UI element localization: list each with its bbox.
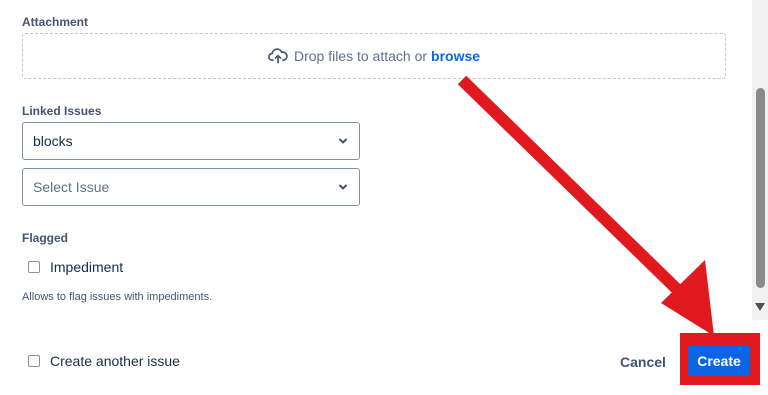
linked-issues-label: Linked Issues	[22, 104, 102, 118]
create-another-row[interactable]: Create another issue	[28, 353, 180, 369]
issue-select[interactable]: Select Issue	[22, 168, 360, 206]
issue-select-placeholder: Select Issue	[33, 179, 110, 195]
impediment-checkbox-row[interactable]: Impediment	[28, 259, 123, 275]
flagged-label: Flagged	[22, 231, 69, 245]
scrollbar-thumb[interactable]	[756, 88, 765, 288]
create-issue-form: Attachment Drop files to attach or brows…	[0, 0, 768, 395]
link-type-select[interactable]: blocks	[22, 122, 360, 160]
link-type-value: blocks	[33, 133, 73, 149]
create-another-checkbox[interactable]	[28, 355, 40, 367]
scroll-down-arrow-icon[interactable]	[754, 302, 766, 312]
chevron-down-icon	[339, 184, 347, 190]
create-button[interactable]: Create	[688, 345, 750, 376]
browse-link[interactable]: browse	[431, 48, 480, 64]
attachment-dropzone[interactable]: Drop files to attach or browse	[22, 33, 726, 79]
attachment-label: Attachment	[22, 15, 89, 29]
cancel-button[interactable]: Cancel	[612, 351, 674, 373]
cloud-upload-icon	[268, 48, 288, 64]
chevron-down-icon	[339, 138, 347, 144]
dropzone-text: Drop files to attach or	[293, 48, 428, 64]
flagged-helper-text: Allows to flag issues with impediments.	[22, 291, 213, 303]
impediment-checkbox[interactable]	[28, 261, 40, 273]
impediment-label: Impediment	[50, 259, 124, 275]
create-another-label: Create another issue	[50, 353, 180, 369]
